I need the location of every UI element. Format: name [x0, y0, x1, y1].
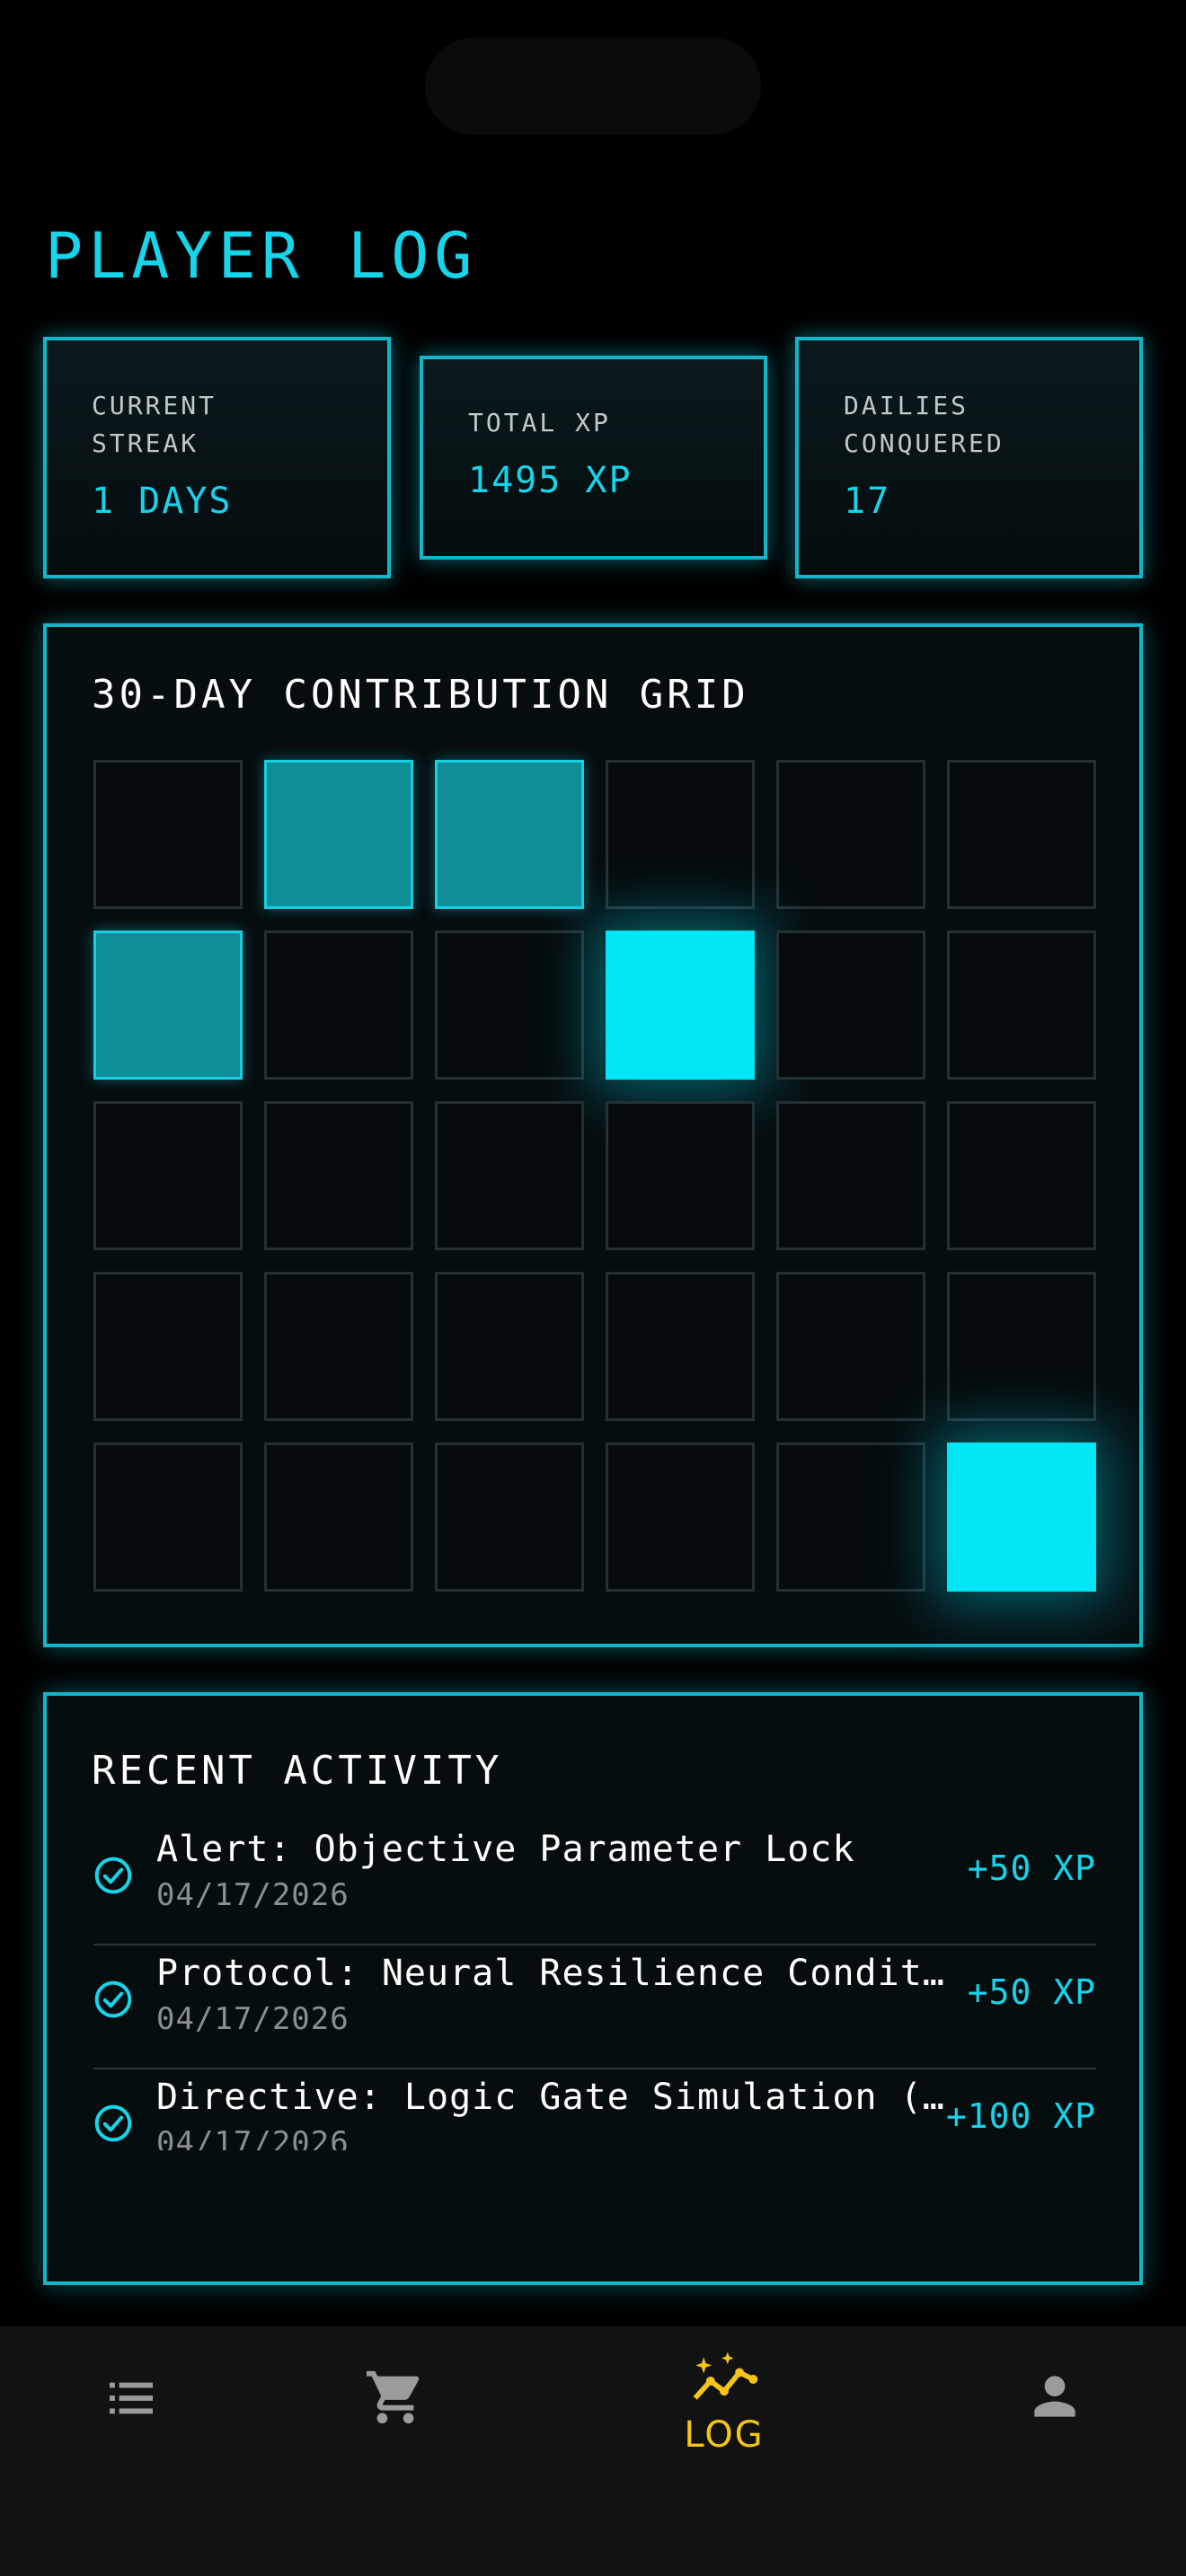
grid-cell — [93, 1442, 243, 1592]
grid-cell — [606, 760, 755, 909]
contribution-grid — [93, 760, 1096, 1592]
stat-card-dailies: DAILIES CONQUERED 17 — [795, 337, 1143, 578]
check-circle-icon — [94, 2104, 132, 2142]
grid-cell — [93, 1272, 243, 1421]
grid-cell — [264, 760, 413, 909]
stat-label: CURRENT STREAK — [92, 391, 217, 458]
activity-date: 04/17/2026 — [156, 2125, 350, 2150]
grid-cell — [435, 760, 584, 909]
contribution-grid-title: 30-DAY CONTRIBUTION GRID — [92, 672, 749, 718]
activity-name: Alert: Objective Parameter Lock — [156, 1829, 855, 1870]
grid-cell — [435, 1101, 584, 1250]
grid-cell — [93, 760, 243, 909]
activity-row[interactable]: Directive: Logic Gate Simulation (Tier 2… — [93, 2069, 1096, 2150]
activity-xp: +100 XP — [945, 2096, 1096, 2136]
grid-cell — [93, 931, 243, 1080]
stat-value: 1495 XP — [468, 460, 633, 501]
check-circle-icon — [94, 1981, 132, 2018]
grid-cell — [93, 1101, 243, 1250]
camera-notch — [425, 38, 761, 135]
activity-name: Protocol: Neural Resilience Conditioning — [156, 1953, 956, 1994]
grid-cell — [435, 1442, 584, 1592]
cart-icon — [366, 2370, 420, 2424]
chart-sparkle-icon — [693, 2351, 758, 2400]
check-circle-icon — [94, 1857, 132, 1894]
list-icon — [110, 2382, 153, 2414]
grid-cell — [776, 1442, 925, 1592]
grid-cell — [947, 931, 1096, 1080]
grid-cell — [606, 1101, 755, 1250]
activity-row[interactable]: Protocol: Neural Resilience Conditioning… — [93, 1945, 1096, 2069]
stat-label: DAILIES CONQUERED — [844, 391, 1005, 458]
activity-xp: +50 XP — [967, 1972, 1096, 2012]
activity-xp: +50 XP — [967, 1848, 1096, 1888]
bottom-nav: LOG — [0, 2326, 1186, 2576]
recent-activity-title: RECENT ACTIVITY — [92, 1748, 503, 1794]
activity-date: 04/17/2026 — [156, 1877, 350, 1913]
grid-cell — [435, 1272, 584, 1421]
stat-value: 17 — [844, 481, 891, 522]
grid-cell — [264, 931, 413, 1080]
activity-name: Directive: Logic Gate Simulation (Tier 2… — [156, 2077, 956, 2118]
activity-date: 04/17/2026 — [156, 2001, 350, 2037]
grid-cell — [776, 1101, 925, 1250]
stat-label: TOTAL XP — [468, 408, 611, 437]
stat-value: 1 DAYS — [92, 481, 233, 522]
grid-cell — [435, 931, 584, 1080]
grid-cell — [947, 760, 1096, 909]
stat-card-streak: CURRENT STREAK 1 DAYS — [43, 337, 391, 578]
activity-row[interactable]: Alert: Objective Parameter Lock 04/17/202… — [93, 1822, 1096, 1945]
recent-activity-panel: RECENT ACTIVITY Alert: Objective Paramet… — [43, 1692, 1143, 2285]
page-title: PLAYER LOG — [45, 219, 478, 293]
nav-item-shop[interactable] — [359, 2366, 431, 2432]
grid-cell — [264, 1442, 413, 1592]
grid-cell — [776, 1272, 925, 1421]
contribution-grid-panel: 30-DAY CONTRIBUTION GRID — [43, 623, 1143, 1647]
nav-label-log: LOG — [684, 2414, 765, 2456]
grid-cell — [776, 760, 925, 909]
grid-cell — [776, 931, 925, 1080]
grid-cell — [606, 1442, 755, 1592]
nav-item-profile[interactable] — [1019, 2366, 1091, 2430]
person-icon — [1034, 2376, 1075, 2417]
nav-item-list[interactable] — [95, 2369, 167, 2430]
stat-card-total-xp: TOTAL XP 1495 XP — [420, 356, 767, 560]
grid-cell — [264, 1272, 413, 1421]
grid-cell — [606, 931, 755, 1080]
grid-cell — [606, 1272, 755, 1421]
grid-cell — [947, 1272, 1096, 1421]
grid-cell — [947, 1442, 1096, 1592]
nav-item-log[interactable]: LOG — [679, 2350, 769, 2456]
grid-cell — [264, 1101, 413, 1250]
grid-cell — [947, 1101, 1096, 1250]
activity-list[interactable]: Alert: Objective Parameter Lock 04/17/202… — [93, 1822, 1096, 2150]
